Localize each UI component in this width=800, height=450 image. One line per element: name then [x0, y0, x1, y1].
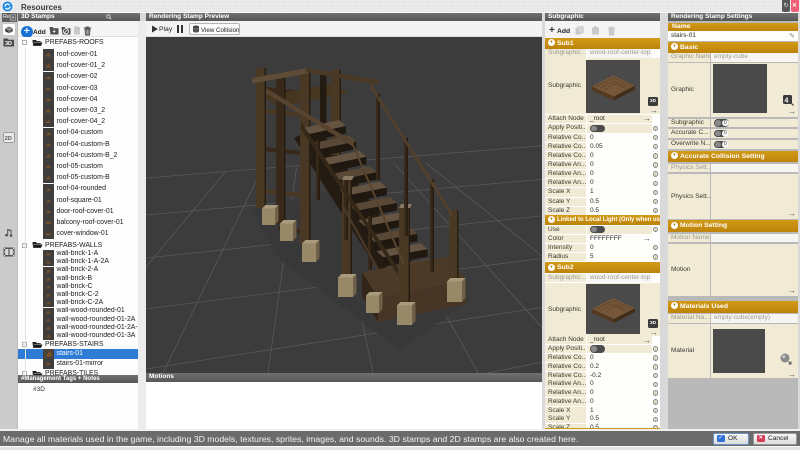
svg-text:2D: 2D: [5, 136, 12, 142]
svg-text:4: 4: [785, 98, 789, 105]
svg-text:+: +: [52, 29, 56, 35]
svg-text:3D: 3D: [5, 41, 12, 47]
